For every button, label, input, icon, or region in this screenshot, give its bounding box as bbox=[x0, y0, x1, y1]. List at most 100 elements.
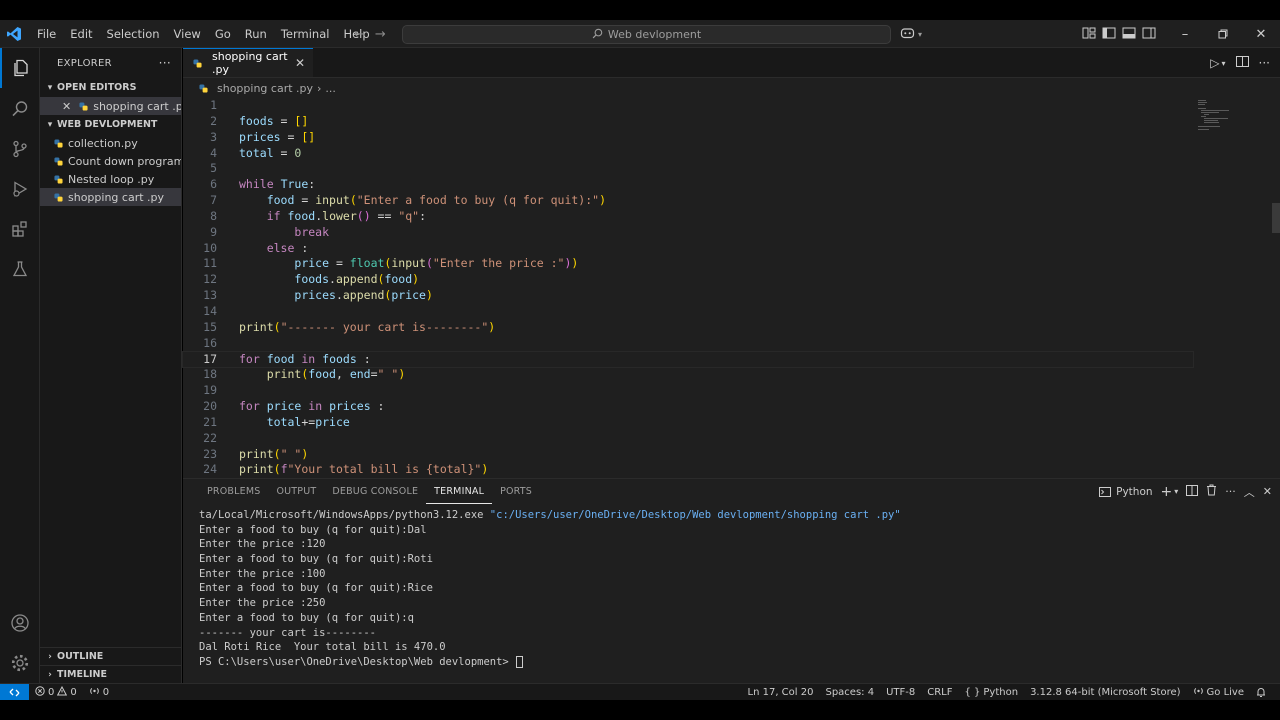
minimap[interactable] bbox=[1196, 98, 1236, 132]
line-number: 3 bbox=[210, 129, 217, 144]
outline-section[interactable]: › OUTLINE bbox=[40, 647, 182, 665]
code-token: price bbox=[391, 288, 426, 303]
layout-controls bbox=[1082, 20, 1156, 48]
line-number: 11 bbox=[203, 256, 217, 271]
panel-tab-output[interactable]: OUTPUT bbox=[268, 479, 324, 504]
code-token: = bbox=[273, 145, 295, 160]
code-token: 0 bbox=[294, 145, 302, 160]
problems-status[interactable]: 0 0 bbox=[29, 685, 83, 699]
close-tab-icon[interactable]: ✕ bbox=[295, 56, 305, 70]
toggle-panel-icon[interactable] bbox=[1122, 27, 1136, 42]
python-interpreter[interactable]: 3.12.8 64-bit (Microsoft Store) bbox=[1024, 687, 1186, 698]
file-item[interactable]: shopping cart .py bbox=[40, 188, 181, 206]
remote-indicator-icon[interactable] bbox=[0, 683, 29, 701]
encoding[interactable]: UTF-8 bbox=[880, 687, 921, 698]
window-controls: – ✕ bbox=[1166, 20, 1280, 48]
python-file-icon bbox=[54, 156, 63, 166]
menu-run[interactable]: Run bbox=[238, 20, 274, 48]
menu-view[interactable]: View bbox=[167, 20, 208, 48]
chevron-right-icon: › bbox=[317, 81, 322, 95]
code-text: total+=price bbox=[217, 415, 350, 431]
back-arrow-icon[interactable]: ← bbox=[354, 27, 365, 42]
account-icon[interactable] bbox=[0, 603, 40, 643]
split-editor-icon[interactable] bbox=[1235, 56, 1249, 70]
chevron-down-icon[interactable]: ▾ bbox=[1222, 59, 1226, 68]
run-debug-icon[interactable] bbox=[0, 169, 40, 209]
restore-icon[interactable] bbox=[1204, 20, 1242, 48]
notifications-bell-icon[interactable] bbox=[1250, 687, 1272, 698]
split-terminal-icon[interactable] bbox=[1186, 484, 1199, 499]
terminal-output[interactable]: ta/Local/Microsoft/WindowsApps/python3.1… bbox=[199, 508, 1269, 670]
close-window-icon[interactable]: ✕ bbox=[1242, 20, 1280, 48]
customize-layout-icon[interactable] bbox=[1082, 27, 1096, 42]
chevron-down-icon[interactable]: ▾ bbox=[1174, 487, 1178, 496]
run-python-file-icon[interactable]: ▷ bbox=[1210, 56, 1219, 70]
panel-tab-problems[interactable]: PROBLEMS bbox=[199, 479, 268, 504]
open-editors-section[interactable]: ▾ OPEN EDITORS bbox=[40, 78, 181, 97]
panel-tab-ports[interactable]: PORTS bbox=[492, 479, 540, 504]
folder-section[interactable]: ▾ WEB DEVLOPMENT bbox=[40, 115, 181, 134]
line-number: 23 bbox=[203, 446, 217, 461]
end-of-line[interactable]: CRLF bbox=[921, 687, 958, 698]
more-actions-icon[interactable]: ··· bbox=[159, 56, 171, 70]
language-mode[interactable]: { } Python bbox=[958, 687, 1024, 698]
code-token: ) bbox=[571, 256, 579, 271]
toggle-secondary-sidebar-icon[interactable] bbox=[1142, 27, 1156, 42]
breadcrumb: shopping cart .py › ... bbox=[183, 78, 1280, 98]
extensions-icon[interactable] bbox=[0, 209, 40, 249]
command-center-search[interactable]: Web devlopment bbox=[402, 25, 891, 44]
manage-gear-icon[interactable] bbox=[0, 643, 40, 683]
code-token: = bbox=[370, 367, 378, 382]
maximize-panel-icon[interactable]: ︿ bbox=[1244, 484, 1255, 500]
code-line: 24 print(f"Your total bill is {total}") bbox=[183, 462, 1193, 478]
breadcrumb-file[interactable]: shopping cart .py bbox=[217, 82, 313, 95]
source-control-icon[interactable] bbox=[0, 129, 40, 169]
timeline-section[interactable]: › TIMELINE bbox=[40, 665, 182, 683]
go-live-button[interactable]: Go Live bbox=[1187, 686, 1250, 699]
code-token: print bbox=[239, 462, 274, 477]
menu-edit[interactable]: Edit bbox=[63, 20, 99, 48]
scrollbar-thumb[interactable] bbox=[1272, 203, 1280, 233]
menu-go[interactable]: Go bbox=[208, 20, 238, 48]
code-token: " " bbox=[377, 367, 399, 382]
ports-status[interactable]: 0 bbox=[83, 686, 115, 699]
vscode-logo-icon[interactable] bbox=[0, 20, 28, 48]
tab-shopping-cart[interactable]: shopping cart .py ✕ bbox=[183, 48, 313, 77]
close-panel-icon[interactable]: ✕ bbox=[1263, 485, 1272, 498]
minimize-icon[interactable]: – bbox=[1166, 20, 1204, 48]
code-token: food bbox=[266, 351, 295, 366]
toggle-primary-sidebar-icon[interactable] bbox=[1102, 27, 1116, 42]
testing-icon[interactable] bbox=[0, 249, 40, 289]
panel-tab-debug-console[interactable]: DEBUG CONSOLE bbox=[324, 479, 426, 504]
code-line: 21 total+=price bbox=[183, 415, 1193, 431]
files-icon[interactable] bbox=[0, 48, 40, 88]
forward-arrow-icon[interactable]: → bbox=[375, 27, 386, 42]
cursor-position[interactable]: Ln 17, Col 20 bbox=[742, 687, 820, 698]
close-editor-icon[interactable]: ✕ bbox=[62, 100, 71, 113]
menu-file[interactable]: File bbox=[30, 20, 63, 48]
search-icon[interactable] bbox=[0, 89, 40, 129]
indentation[interactable]: Spaces: 4 bbox=[819, 687, 880, 698]
menu-terminal[interactable]: Terminal bbox=[274, 20, 337, 48]
new-terminal-icon[interactable]: + bbox=[1161, 484, 1173, 500]
file-item[interactable]: Nested loop .py bbox=[40, 170, 181, 188]
code-text: total = 0 bbox=[217, 146, 301, 162]
panel-tab-terminal[interactable]: TERMINAL bbox=[426, 479, 493, 504]
menu-selection[interactable]: Selection bbox=[100, 20, 167, 48]
code-token: append bbox=[335, 272, 378, 287]
more-actions-icon[interactable]: ··· bbox=[1259, 56, 1270, 70]
code-token: == bbox=[370, 208, 399, 223]
line-number: 19 bbox=[203, 383, 217, 398]
outline-label: OUTLINE bbox=[57, 651, 104, 662]
terminal-profile[interactable]: Python bbox=[1099, 486, 1153, 498]
code-editor[interactable]: 1 2 foods = [] 3 prices = [] 4 total = 0 5 6 whil… bbox=[182, 98, 1194, 478]
trash-icon[interactable] bbox=[1206, 484, 1217, 499]
code-token: in bbox=[308, 399, 323, 414]
open-editor-item[interactable]: ✕ shopping cart .py bbox=[40, 97, 181, 115]
editor-scrollbar[interactable] bbox=[1272, 98, 1280, 478]
copilot-menu[interactable]: ▾ bbox=[900, 24, 922, 44]
file-item[interactable]: Count down program... bbox=[40, 152, 181, 170]
breadcrumb-more[interactable]: ... bbox=[325, 82, 336, 95]
more-actions-icon[interactable]: ··· bbox=[1225, 485, 1236, 498]
file-item[interactable]: collection.py bbox=[40, 134, 181, 152]
